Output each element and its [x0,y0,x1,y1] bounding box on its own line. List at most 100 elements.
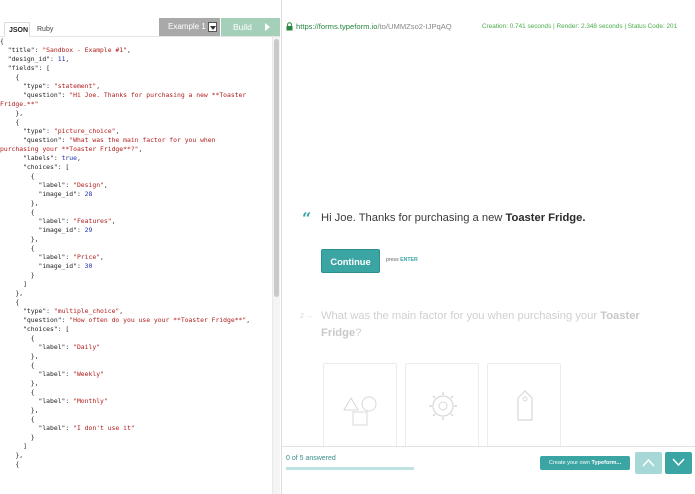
code-token: 29 [84,226,93,234]
code-token: } [0,271,35,279]
code-token: "choices": [ [0,325,70,333]
next-question-end: ? [355,327,362,339]
code-token: , [119,307,124,315]
code-token: "fields": [ [0,64,51,72]
url-scheme: https:// [296,22,319,31]
url-host: forms.typeform.io [318,22,378,31]
code-line: "choices": [ [0,325,272,334]
code-token: "labels": [0,154,62,162]
create-button-brand: Typeform... [591,460,622,466]
example-select[interactable]: Example 1 [159,18,220,36]
code-line: "type": "statement", [0,82,272,91]
code-token: "image_id": [0,262,85,270]
code-token: "label": [0,343,74,351]
continue-button[interactable]: Continue [321,249,380,273]
code-line: ] [0,442,272,451]
press-enter-key: ENTER [400,257,418,263]
code-line: { [0,37,272,46]
next-question-button[interactable] [665,452,692,474]
code-token: "type": [0,82,54,90]
lock-icon [286,22,293,31]
code-line: { [0,298,272,307]
code-token: "Design" [73,181,104,189]
code-line: }, [0,379,272,388]
statement-text-bold: Toaster Fridge. [505,212,586,224]
code-token: }, [0,451,24,459]
code-token: { [0,37,4,45]
code-line: { [0,388,272,397]
code-token: "multiple_choice" [53,307,120,315]
previous-question-button[interactable] [635,452,662,474]
code-line: }, [0,352,272,361]
code-token: { [0,415,35,423]
editor-pane: JSON Ruby Example 1 Build { "title": "Sa… [0,0,280,494]
press-enter-hint: press ENTER [386,257,418,263]
code-line: ] [0,280,272,289]
code-line: "question": "How often do you use your *… [0,316,272,325]
create-typeform-button[interactable]: Create your own Typeform... [540,456,630,470]
code-token: , [65,55,70,63]
code-token: "Daily" [73,343,101,351]
code-line: } [0,271,272,280]
code-token: "question": [0,136,70,144]
code-token: "What was the main factor for you when [69,136,216,144]
shapes-icon [343,396,377,426]
code-line: }, [0,235,272,244]
statement-text-main: Hi Joe. Thanks for purchasing a new [321,212,506,224]
code-token: "Weekly" [73,370,104,378]
choice-card-features[interactable] [405,363,479,446]
chevron-down-icon [208,22,217,32]
next-question-text: What was the main factor for you when pu… [321,308,681,342]
code-line: "design_id": 11, [0,55,272,64]
code-token: ] [0,442,27,450]
code-line: "image_id": 28 [0,190,272,199]
code-token: Fridge.**" [0,100,39,108]
code-token: "question": [0,91,70,99]
build-button[interactable]: Build [221,18,280,36]
choice-card-price[interactable] [487,363,561,446]
code-token: , [115,127,120,135]
code-token: { [0,361,35,369]
code-line: "image_id": 30 [0,262,272,271]
code-token: }, [0,406,39,414]
code-token: }, [0,379,39,387]
code-token: } [0,433,35,441]
code-token: { [0,118,20,126]
code-token: "Price" [73,253,101,261]
code-line: "fields": [ [0,64,272,73]
play-icon [265,23,270,31]
choice-card-design[interactable] [323,363,397,446]
code-token: }, [0,235,39,243]
build-button-label: Build [233,22,252,32]
code-token: 30 [84,262,93,270]
tab-ruby[interactable]: Ruby [33,22,57,37]
editor-scrollbar-thumb[interactable] [274,39,279,297]
editor-scrollbar[interactable] [272,37,280,494]
code-token: "Features" [73,217,112,225]
form-url-link[interactable]: https://forms.typeform.io/to/UMMZso2-IJP… [296,19,452,35]
question-number: 2 → [300,313,313,320]
gear-icon [429,392,457,420]
code-token: { [0,298,20,306]
code-token: "image_id": [0,226,85,234]
code-editor[interactable]: { "title": "Sandbox - Example #1", "desi… [0,37,272,494]
code-token: { [0,172,35,180]
code-line: { [0,334,272,343]
quote-icon: “ [302,209,312,228]
code-line: "label": "Design", [0,181,272,190]
code-token: "title": [0,46,43,54]
code-token: }, [0,109,24,117]
tab-json[interactable]: JSON [4,22,30,37]
statement-text: Hi Joe. Thanks for purchasing a new Toas… [321,212,585,224]
code-token: "How often do you use your **Toaster Fri… [69,316,247,324]
code-line: "label": "Price", [0,253,272,262]
code-line: "type": "multiple_choice", [0,307,272,316]
press-enter-label: press [386,257,401,263]
code-line: "label": "Weekly" [0,370,272,379]
code-token: "Hi Joe. Thanks for purchasing a new **T… [69,91,247,99]
code-token: , [246,316,251,324]
code-token: "choices": [ [0,163,70,171]
chevron-up-icon [642,458,655,467]
form-footer: 0 of 5 answered Create your own Typeform… [282,446,695,494]
code-line: } [0,433,272,442]
